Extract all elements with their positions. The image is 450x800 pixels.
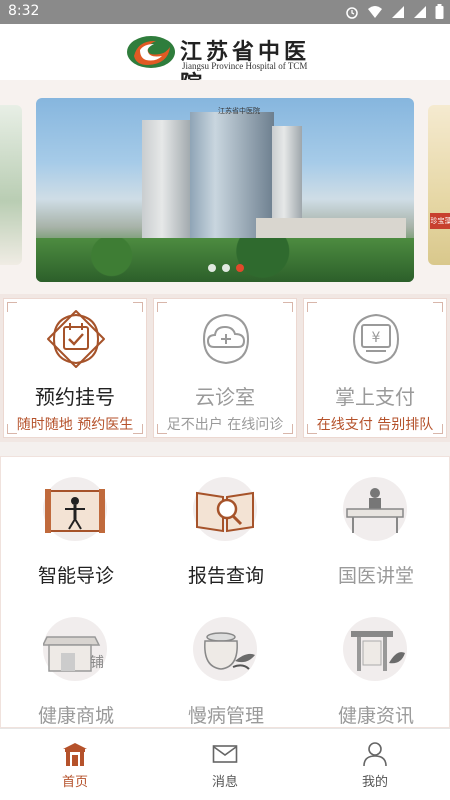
carousel-dot[interactable] (208, 264, 216, 272)
secondary-services-grid: 智能导诊 报告查询 国医讲堂 铺 健康商城 慢病管理 健康资讯 (0, 456, 450, 728)
signal-icon-2 (413, 4, 427, 23)
signal-icon (391, 4, 405, 23)
grid-item-report-query[interactable]: 报告查询 (151, 463, 301, 599)
grid-item-label: 慢病管理 (187, 705, 264, 727)
side-tag: 珍宝藻 (430, 213, 450, 229)
banner-carousel[interactable]: 江苏省中医院 珍宝藻 (0, 80, 450, 295)
service-title: 掌上支付 (335, 385, 415, 409)
logo-english-name: Jiangsu Province Hospital of TCM (182, 61, 308, 71)
tab-profile[interactable]: 我的 (300, 729, 450, 800)
svg-text:¥: ¥ (372, 330, 381, 346)
status-bar: 8:32 (0, 0, 450, 24)
app-header: 江苏省中医院 Jiangsu Province Hospital of TCM (0, 24, 450, 97)
grid-item-tcm-lecture[interactable]: 国医讲堂 (301, 463, 450, 599)
banner-next-slide[interactable]: 珍宝藻 (428, 105, 450, 265)
tab-label: 首页 (61, 775, 88, 790)
mail-icon (212, 745, 238, 763)
service-subtitle: 随时随地 预约医生 (16, 417, 134, 433)
home-gate-icon (63, 743, 87, 766)
grid-item-smart-triage[interactable]: 智能导诊 (1, 463, 151, 599)
service-card-appointment[interactable]: 预约挂号 随时随地 预约医生 (3, 298, 147, 438)
carousel-dot-active[interactable] (236, 264, 244, 272)
carousel-dot[interactable] (222, 264, 230, 272)
tab-messages[interactable]: 消息 (150, 729, 300, 800)
grid-item-health-mall[interactable]: 铺 健康商城 (1, 603, 151, 739)
service-subtitle: 在线支付 告别排队 (316, 417, 434, 433)
grid-item-health-news[interactable]: 健康资讯 (301, 603, 450, 739)
calendar-check-icon (47, 310, 105, 368)
hospital-emblem-icon (127, 36, 175, 68)
yen-payment-icon: ¥ (352, 313, 400, 365)
tab-label: 我的 (361, 775, 388, 790)
carousel-indicator (208, 264, 244, 272)
grid-item-label: 国医讲堂 (337, 565, 414, 587)
body-chart-scroll-icon (45, 489, 105, 533)
service-card-cloud-clinic[interactable]: 云诊室 足不出户 在线问诊 (153, 298, 297, 438)
shop-sign-text: 铺 (90, 655, 104, 671)
user-icon (363, 742, 387, 767)
building-illustration (142, 120, 192, 248)
book-magnifier-icon (196, 491, 254, 533)
herb-pot-icon (204, 632, 255, 670)
hospital-logo: 江苏省中医院 Jiangsu Province Hospital of TCM (126, 32, 326, 97)
grid-item-label: 智能导诊 (37, 565, 114, 587)
tab-label: 消息 (211, 775, 238, 790)
shop-icon: 铺 (43, 636, 104, 672)
grid-item-label: 健康商城 (37, 705, 114, 727)
banner-slide-hospital[interactable]: 江苏省中医院 (36, 98, 414, 282)
battery-icon (435, 4, 444, 23)
grid-item-label: 报告查询 (187, 565, 264, 587)
service-title: 预约挂号 (35, 385, 115, 409)
banner-prev-slide[interactable] (0, 105, 22, 265)
gate-plant-icon (351, 631, 405, 671)
primary-services: 预约挂号 随时随地 预约医生 云诊室 足不出户 在线问诊 ¥ 掌上支付 在线支付… (0, 294, 450, 442)
service-subtitle: 足不出户 在线问诊 (166, 417, 284, 433)
service-card-mobile-payment[interactable]: ¥ 掌上支付 在线支付 告别排队 (303, 298, 447, 438)
trees-illustration (36, 238, 414, 282)
wifi-icon (367, 4, 383, 23)
cloud-plus-icon (202, 313, 250, 365)
tab-home[interactable]: 首页 (0, 729, 150, 800)
bottom-tab-bar: 首页 消息 我的 (0, 728, 450, 800)
status-time: 8:32 (8, 3, 40, 19)
grid-item-chronic-disease[interactable]: 慢病管理 (151, 603, 301, 739)
service-title: 云诊室 (195, 385, 255, 409)
banner-building-sign: 江苏省中医院 (218, 107, 260, 115)
lecture-desk-icon (346, 488, 404, 533)
alarm-icon (345, 4, 359, 23)
status-icons (345, 4, 444, 23)
grid-item-label: 健康资讯 (337, 705, 414, 727)
